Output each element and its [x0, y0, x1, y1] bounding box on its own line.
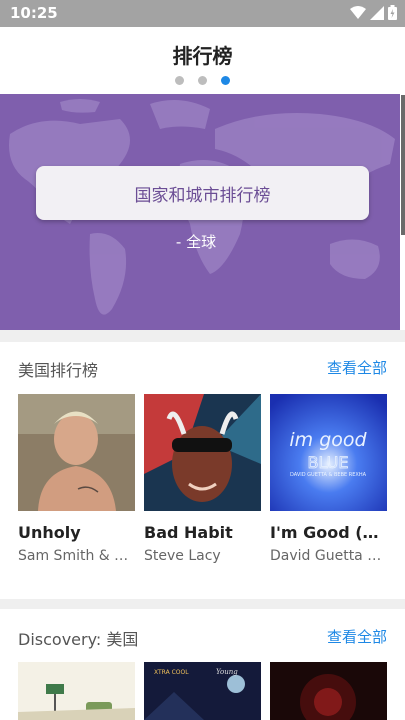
song-card[interactable]	[18, 662, 135, 720]
signal-icon	[370, 5, 384, 20]
country-city-charts-button[interactable]: 国家和城市排行榜	[36, 166, 369, 220]
song-title: Unholy	[18, 523, 81, 542]
page-dot-3-active[interactable]	[221, 76, 230, 85]
album-art-image: im good BLUE DAVID GUETTA & BEBE REXHA	[270, 394, 387, 511]
see-all-link[interactable]: 查看全部	[327, 626, 387, 647]
album-art-image	[270, 662, 387, 720]
wifi-icon	[350, 5, 366, 19]
song-title: I'm Good (Blue)	[270, 523, 387, 542]
discovery-section: Discovery: 美国 查看全部 XTRA COOL Young	[0, 609, 405, 720]
us-charts-section: 美国排行榜 查看全部 Unholy Sam Smith & Kim Petras	[0, 342, 405, 599]
album-art[interactable]: XTRA COOL Young	[144, 662, 261, 720]
album-art[interactable]	[144, 394, 261, 511]
section-title: 美国排行榜	[18, 361, 99, 380]
divider	[0, 330, 405, 342]
page-indicator[interactable]	[0, 76, 405, 85]
page-dot-2[interactable]	[198, 76, 207, 85]
song-artist: Steve Lacy	[144, 548, 221, 564]
svg-text:BLUE: BLUE	[308, 453, 349, 472]
album-art-image	[144, 394, 261, 511]
header: 排行榜	[0, 27, 405, 93]
divider	[0, 599, 405, 609]
song-card[interactable]: im good BLUE DAVID GUETTA & BEBE REXHA I…	[270, 394, 387, 564]
page-dot-1[interactable]	[175, 76, 184, 85]
svg-text:DAVID GUETTA & BEBE REXHA: DAVID GUETTA & BEBE REXHA	[290, 472, 367, 478]
song-card[interactable]: XTRA COOL Young	[144, 662, 261, 720]
song-card[interactable]	[270, 662, 387, 720]
song-card[interactable]: Unholy Sam Smith & Kim Petras	[18, 394, 135, 564]
svg-text:im good: im good	[289, 429, 367, 451]
song-artist: Sam Smith & Kim Petras	[18, 548, 135, 564]
card-row: Unholy Sam Smith & Kim Petras Bad Habit …	[18, 394, 387, 564]
world-map-banner[interactable]: 国家和城市排行榜 - 全球	[0, 94, 400, 330]
banner-subtitle: - 全球	[175, 233, 217, 251]
song-card[interactable]: Bad Habit Steve Lacy	[144, 394, 261, 564]
album-art[interactable]	[18, 662, 135, 720]
album-art[interactable]	[270, 662, 387, 720]
album-art-image	[18, 394, 135, 511]
album-art-image	[18, 662, 135, 720]
see-all-link[interactable]: 查看全部	[327, 357, 387, 378]
album-art[interactable]: im good BLUE DAVID GUETTA & BEBE REXHA	[270, 394, 387, 511]
svg-text:XTRA COOL: XTRA COOL	[154, 669, 189, 676]
status-bar: 10:25	[0, 0, 405, 27]
song-artist: David Guetta & Bebe Rexha	[270, 548, 387, 564]
album-art[interactable]	[18, 394, 135, 511]
svg-text:Young: Young	[216, 668, 238, 676]
album-art-image: XTRA COOL Young	[144, 662, 261, 720]
status-time: 10:25	[10, 4, 58, 22]
battery-icon	[388, 5, 397, 20]
card-row: XTRA COOL Young	[18, 662, 387, 720]
song-title: Bad Habit	[144, 523, 233, 542]
status-icons	[350, 5, 397, 20]
page-title: 排行榜	[172, 44, 233, 68]
scrollbar[interactable]	[401, 95, 405, 235]
section-title: Discovery: 美国	[18, 630, 139, 649]
